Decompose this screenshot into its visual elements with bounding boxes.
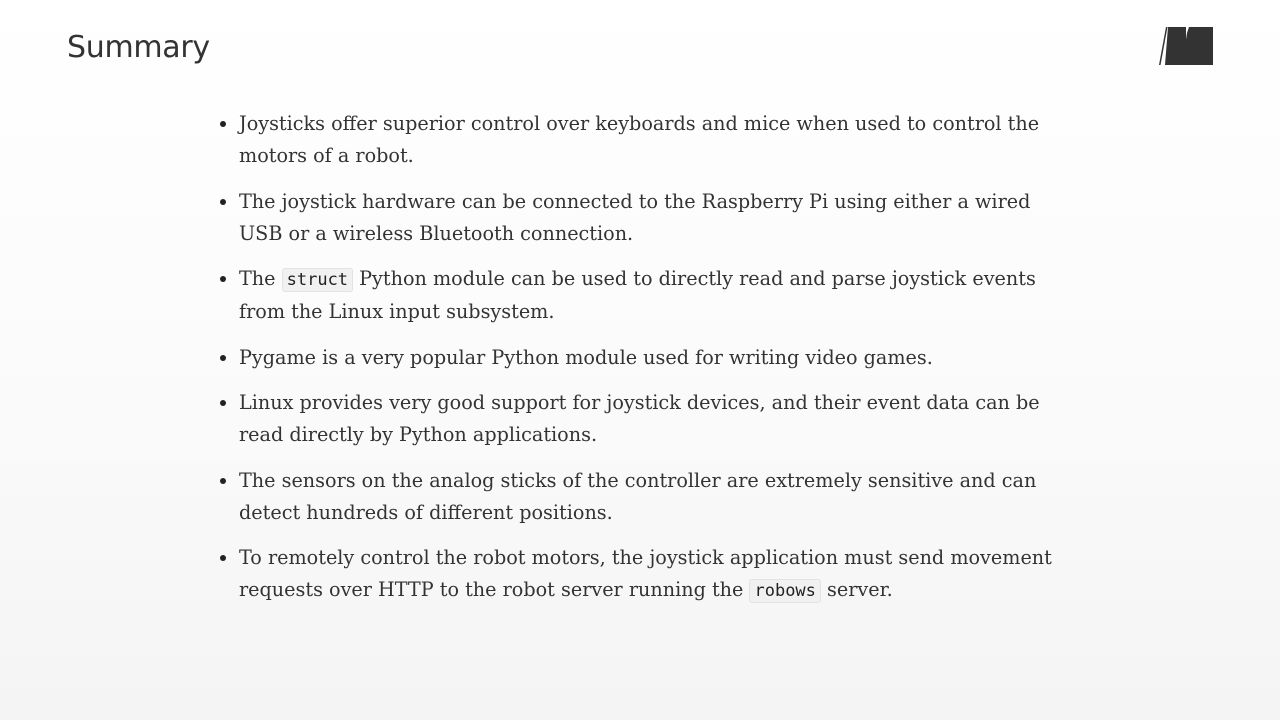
- bullet-dot-icon: [220, 477, 226, 484]
- bullet-text: Linux provides very good support for joy…: [239, 391, 1040, 446]
- bullet-text: Joysticks offer superior control over ke…: [239, 112, 1040, 167]
- bullet-text: Pygame is a very popular Python module u…: [239, 345, 933, 369]
- summary-bullet-item: Joysticks offer superior control over ke…: [216, 108, 1076, 172]
- bullet-dot-icon: [220, 276, 226, 282]
- summary-bullet-item: The joystick hardware can be connected t…: [216, 186, 1076, 250]
- bullet-text: Python module can be used to directly re…: [239, 267, 1036, 323]
- summary-bullet-item: Linux provides very good support for joy…: [216, 387, 1076, 451]
- inline-code: robows: [749, 579, 821, 603]
- inline-code: struct: [281, 268, 354, 292]
- bullet-text: The sensors on the analog sticks of the …: [239, 468, 1037, 524]
- summary-bullet-item: The sensors on the analog sticks of the …: [216, 465, 1076, 529]
- publisher-logo-icon: [1158, 27, 1214, 65]
- bullet-text: The joystick hardware can be connected t…: [239, 189, 1031, 245]
- summary-bullet-item: The struct Python module can be used to …: [216, 263, 1076, 328]
- bullet-dot-icon: [220, 198, 226, 205]
- summary-bullet-item: To remotely control the robot motors, th…: [216, 542, 1076, 607]
- bullet-text: server.: [820, 578, 893, 601]
- bullet-dot-icon: [220, 555, 226, 561]
- bullet-dot-icon: [220, 400, 226, 406]
- summary-bullet-list: Joysticks offer superior control over ke…: [216, 108, 1076, 621]
- slide-title: Summary: [67, 30, 210, 65]
- summary-bullet-item: Pygame is a very popular Python module u…: [216, 342, 1076, 374]
- bullet-text: The: [239, 267, 282, 290]
- bullet-dot-icon: [220, 354, 226, 361]
- bullet-text: To remotely control the robot motors, th…: [239, 546, 1052, 601]
- bullet-dot-icon: [220, 121, 226, 127]
